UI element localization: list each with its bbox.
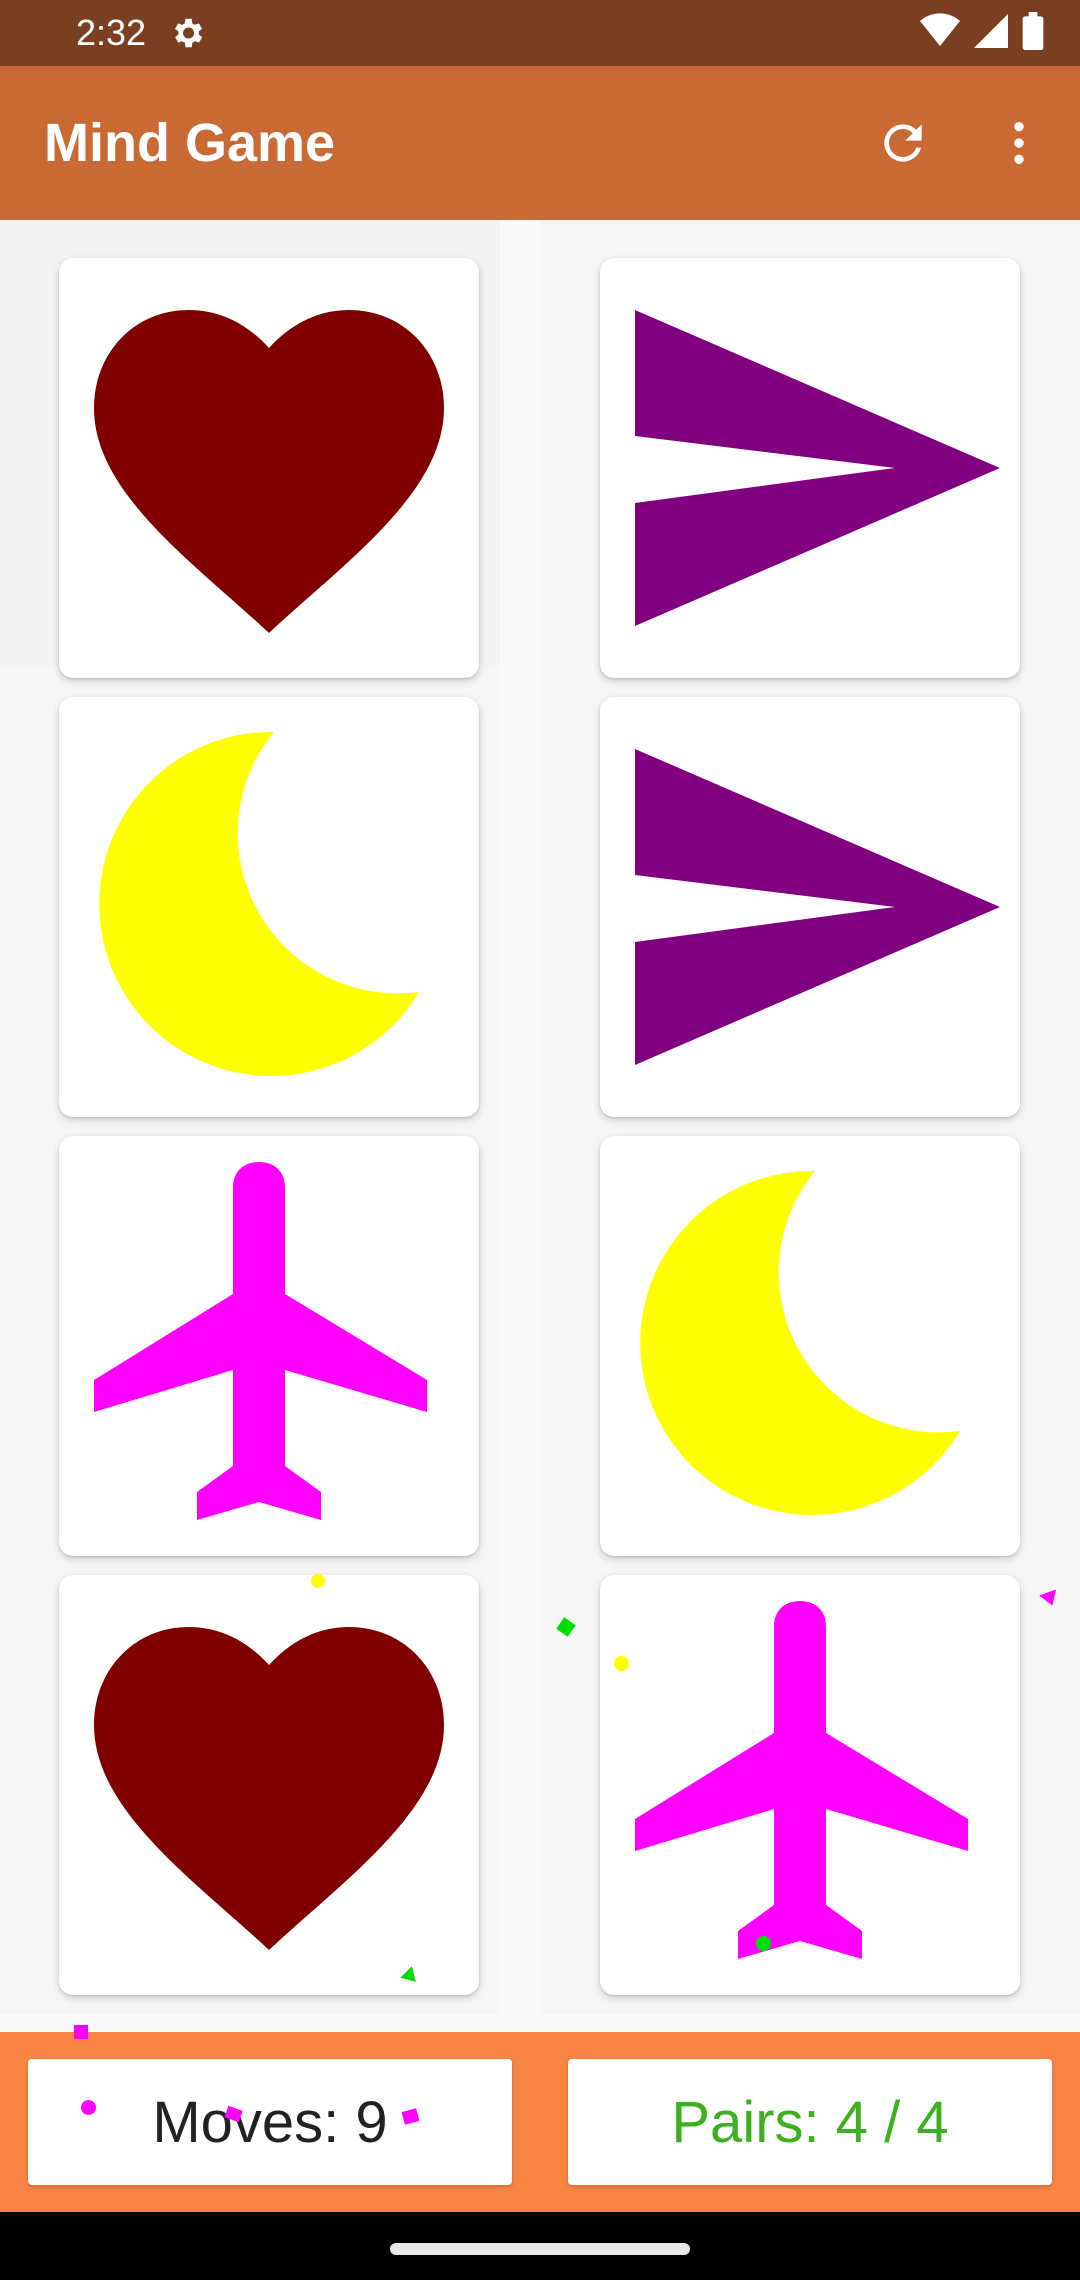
battery-icon bbox=[1022, 11, 1044, 55]
moon-icon bbox=[99, 731, 419, 1076]
stats-bar: Moves: 9 Pairs: 4 / 4 bbox=[0, 2032, 1080, 2212]
card-airplane[interactable] bbox=[600, 1575, 1020, 1995]
card-arrowhead[interactable] bbox=[600, 697, 1020, 1117]
navigation-bar bbox=[0, 2212, 1080, 2280]
card-grid bbox=[0, 220, 1080, 2032]
heart-icon bbox=[94, 1627, 444, 1950]
arrowhead-icon bbox=[635, 310, 1000, 626]
moon-icon bbox=[640, 1170, 960, 1515]
arrowhead-icon bbox=[635, 749, 1000, 1065]
pairs-counter: Pairs: 4 / 4 bbox=[568, 2059, 1052, 2185]
confetti-particle bbox=[81, 2100, 96, 2115]
confetti-particle bbox=[756, 1936, 771, 1951]
confetti-particle bbox=[74, 2025, 88, 2039]
app-bar: Mind Game bbox=[0, 66, 1080, 220]
card-moon[interactable] bbox=[600, 1136, 1020, 1556]
status-bar: 2:32 bbox=[0, 0, 1080, 66]
gear-icon bbox=[168, 14, 206, 52]
status-time: 2:32 bbox=[76, 12, 147, 53]
confetti-particle bbox=[614, 1656, 629, 1671]
wifi-icon bbox=[920, 12, 960, 54]
heart-icon bbox=[94, 310, 444, 633]
card-heart[interactable] bbox=[59, 1575, 479, 1995]
moves-counter: Moves: 9 bbox=[28, 2059, 512, 2185]
more-vert-icon[interactable] bbox=[984, 108, 1054, 178]
confetti-particle bbox=[311, 1574, 325, 1588]
card-moon[interactable] bbox=[59, 697, 479, 1117]
airplane-icon bbox=[94, 1162, 427, 1520]
app-title: Mind Game bbox=[44, 113, 336, 173]
signal-icon bbox=[974, 13, 1008, 53]
card-arrowhead[interactable] bbox=[600, 258, 1020, 678]
home-gesture-handle[interactable] bbox=[390, 2243, 690, 2255]
card-airplane[interactable] bbox=[59, 1136, 479, 1556]
refresh-icon[interactable] bbox=[868, 108, 938, 178]
airplane-icon bbox=[635, 1601, 968, 1959]
card-heart[interactable] bbox=[59, 258, 479, 678]
